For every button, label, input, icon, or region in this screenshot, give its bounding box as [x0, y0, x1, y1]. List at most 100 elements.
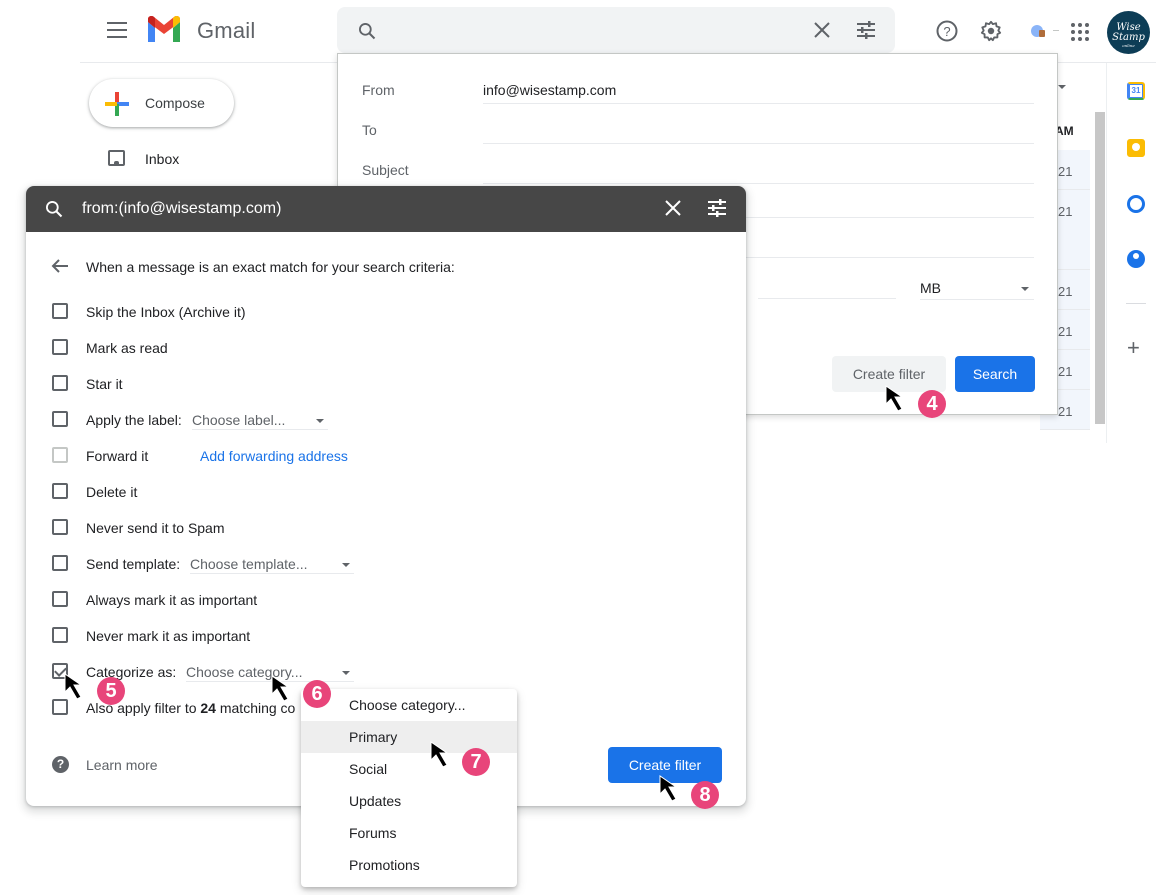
gmail-wordmark: Gmail	[197, 18, 256, 43]
mail-date: 21	[1058, 324, 1073, 339]
option-label: Mark as read	[86, 340, 168, 356]
keep-icon[interactable]	[1127, 139, 1145, 157]
option-label: Categorize as:	[86, 664, 177, 680]
option-apply-label: Apply the label: Choose label...	[52, 409, 712, 430]
category-option-primary[interactable]: Primary	[301, 721, 517, 753]
from-input[interactable]	[483, 76, 1034, 104]
option-categorize: Categorize as: Choose category...	[52, 661, 712, 682]
extension-icon[interactable]	[1030, 24, 1046, 38]
size-unit-value: MB	[920, 280, 941, 296]
step-badge: 7	[462, 748, 490, 776]
option-never-important: Never mark it as important	[52, 625, 712, 645]
contacts-icon[interactable]	[1127, 250, 1145, 268]
subject-input[interactable]	[483, 156, 1034, 184]
category-option-forums[interactable]: Forums	[301, 817, 517, 849]
option-label: Send template:	[86, 556, 181, 572]
compose-plus-icon	[105, 92, 129, 116]
account-avatar[interactable]: Wise Stamp online	[1107, 11, 1150, 54]
tune-icon[interactable]	[856, 21, 876, 39]
side-panel-divider	[1126, 303, 1146, 304]
filter-intro-text: When a message is an exact match for you…	[86, 259, 455, 275]
category-option-promotions[interactable]: Promotions	[301, 849, 517, 881]
to-input[interactable]	[483, 116, 1034, 144]
mail-date: 21	[1058, 364, 1073, 379]
delete-checkbox[interactable]	[52, 483, 68, 499]
option-mark-read: Mark as read	[52, 337, 712, 357]
category-option-choose[interactable]: Choose category...	[301, 689, 517, 721]
search-bar[interactable]	[337, 7, 895, 53]
gmail-logo-icon[interactable]	[146, 16, 182, 44]
option-label: Apply the label:	[86, 412, 182, 428]
learn-more-label: Learn more	[86, 757, 158, 773]
option-always-important: Always mark it as important	[52, 589, 712, 609]
apply-label-checkbox[interactable]	[52, 411, 68, 427]
mail-date: 21	[1058, 284, 1073, 299]
add-forwarding-address-link[interactable]: Add forwarding address	[200, 448, 348, 464]
option-label: Forward it	[86, 448, 149, 464]
mouse-cursor-icon	[430, 741, 449, 768]
mouse-cursor-icon	[659, 775, 678, 802]
calendar-icon[interactable]: 31	[1127, 82, 1145, 100]
template-select-value: Choose template...	[190, 556, 308, 572]
category-option-updates[interactable]: Updates	[301, 785, 517, 817]
option-send-template: Send template: Choose template...	[52, 553, 712, 574]
tasks-icon[interactable]	[1127, 195, 1145, 213]
mail-date: 21	[1058, 404, 1073, 419]
never-important-checkbox[interactable]	[52, 627, 68, 643]
subject-label: Subject	[362, 162, 409, 178]
option-label: Skip the Inbox (Archive it)	[86, 304, 246, 320]
help-icon[interactable]: ?	[936, 20, 958, 42]
avatar-text: Wise Stamp	[1112, 22, 1145, 43]
svg-text:?: ?	[943, 24, 950, 39]
close-icon[interactable]	[813, 21, 831, 39]
sidebar-item-inbox[interactable]: Inbox	[108, 148, 308, 170]
search-button[interactable]: Search	[955, 356, 1035, 392]
always-important-checkbox[interactable]	[52, 591, 68, 607]
option-label: Always mark it as important	[86, 592, 258, 608]
tune-icon[interactable]	[707, 199, 727, 217]
add-addon-icon[interactable]: +	[1127, 335, 1140, 361]
option-label: Never send it to Spam	[86, 520, 225, 536]
size-input[interactable]	[758, 279, 896, 299]
chevron-down-icon	[316, 419, 324, 423]
option-delete: Delete it	[52, 481, 712, 501]
send-template-checkbox[interactable]	[52, 555, 68, 571]
never-spam-checkbox[interactable]	[52, 519, 68, 535]
hamburger-menu-icon[interactable]	[107, 22, 127, 40]
close-icon[interactable]	[664, 199, 682, 217]
skip-inbox-checkbox[interactable]	[52, 303, 68, 319]
option-skip-inbox: Skip the Inbox (Archive it)	[52, 301, 712, 321]
sidebar-item-label: Inbox	[145, 151, 180, 167]
step-badge: 4	[918, 390, 946, 418]
mouse-cursor-icon	[64, 673, 83, 700]
list-sort-caret-icon[interactable]	[1058, 85, 1066, 89]
filter-query-text[interactable]: from:(info@wisestamp.com)	[82, 200, 281, 218]
mail-list-scrollbar[interactable]	[1095, 112, 1105, 424]
mouse-cursor-icon	[271, 675, 290, 702]
option-label: Delete it	[86, 484, 138, 500]
step-badge: 8	[691, 781, 719, 809]
chevron-down-icon	[342, 671, 350, 675]
filter-query-bar: from:(info@wisestamp.com)	[26, 186, 746, 232]
compose-button[interactable]: Compose	[89, 79, 234, 127]
side-panel: 31 +	[1106, 63, 1156, 443]
inbox-icon	[108, 150, 125, 166]
search-icon[interactable]	[44, 199, 64, 219]
matching-count: 24	[200, 700, 216, 716]
star-checkbox[interactable]	[52, 375, 68, 391]
back-arrow-icon[interactable]	[51, 258, 69, 274]
mail-date: 21	[1058, 164, 1073, 179]
apps-grid-icon[interactable]	[1071, 23, 1089, 41]
search-icon[interactable]	[357, 21, 377, 41]
option-never-spam: Never send it to Spam	[52, 517, 712, 537]
option-forward: Forward it Add forwarding address	[52, 445, 712, 465]
size-unit-select[interactable]: MB	[920, 280, 1034, 300]
option-label: Never mark it as important	[86, 628, 251, 644]
settings-icon[interactable]	[980, 20, 1002, 42]
mark-read-checkbox[interactable]	[52, 339, 68, 355]
template-select[interactable]: Choose template...	[190, 554, 354, 574]
mail-date: 21	[1058, 204, 1073, 219]
chevron-down-icon	[1021, 287, 1029, 291]
forward-checkbox[interactable]	[52, 447, 68, 463]
label-select[interactable]: Choose label...	[192, 410, 328, 430]
